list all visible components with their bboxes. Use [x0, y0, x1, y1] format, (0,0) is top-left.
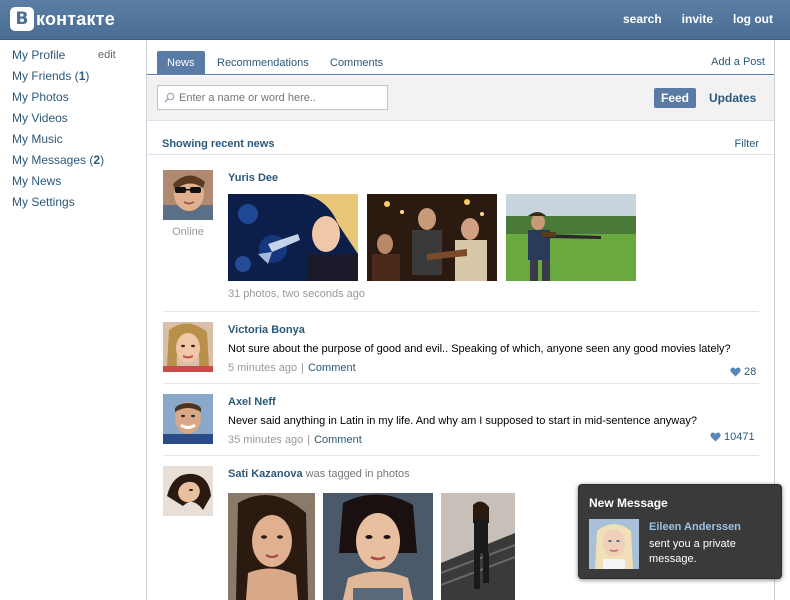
- avatar[interactable]: [163, 322, 213, 372]
- logout-link[interactable]: log out: [733, 12, 773, 26]
- comment-link[interactable]: Comment: [314, 434, 362, 446]
- post-divider: [163, 383, 759, 384]
- avatar[interactable]: [163, 394, 213, 444]
- like-count: 28: [744, 366, 757, 378]
- menu-item-label: My Friends: [12, 69, 72, 83]
- messages-count: 2: [93, 153, 101, 167]
- feed-post-axel-neff: Axel Neff Never said anything in Latin i…: [163, 394, 759, 452]
- menu-item-label: My Profile: [12, 48, 66, 62]
- post-photo[interactable]: [506, 194, 636, 281]
- popup-message: sent you a private message.: [649, 538, 736, 565]
- menu-item-label: My Settings: [12, 195, 75, 209]
- post-photo[interactable]: [441, 493, 515, 600]
- avatar[interactable]: [163, 170, 213, 220]
- post-divider: [163, 455, 759, 456]
- like-button[interactable]: 28: [730, 366, 790, 378]
- feed-heading: Showing recent news: [162, 138, 275, 150]
- sender-avatar[interactable]: [589, 519, 639, 569]
- recent-news-bar: Showing recent news Filter: [147, 122, 774, 155]
- menu-item-my-videos[interactable]: My Videos: [12, 111, 122, 132]
- meta-separator: |: [307, 434, 311, 446]
- post-text: Never said anything in Latin in my life.…: [228, 415, 697, 427]
- sender-name[interactable]: Eileen Anderssen: [649, 521, 741, 533]
- post-author[interactable]: Victoria Bonya: [228, 324, 305, 336]
- post-meta: 31 photos, two seconds ago: [228, 288, 365, 300]
- filter-link[interactable]: Filter: [735, 138, 759, 150]
- post-author[interactable]: Yuris Dee: [228, 172, 278, 184]
- left-menu: My Profile edit My Friends (1) My Photos…: [12, 48, 122, 216]
- post-photo[interactable]: [323, 493, 433, 600]
- post-divider: [163, 311, 759, 312]
- tab-comments[interactable]: Comments: [320, 51, 393, 75]
- search-bar: Feed Updates: [147, 76, 774, 121]
- friends-count: 1: [78, 69, 86, 83]
- add-post-link[interactable]: Add a Post: [711, 56, 765, 68]
- search-box: [157, 85, 388, 110]
- feed-post-victoria-bonya: Victoria Bonya Not sure about the purpos…: [163, 322, 759, 380]
- post-photo[interactable]: [228, 194, 358, 281]
- top-header: В контакте search invite log out: [0, 0, 790, 40]
- search-input[interactable]: [179, 89, 379, 106]
- tab-recommendations[interactable]: Recommendations: [207, 51, 319, 75]
- menu-item-label: My Videos: [12, 111, 68, 125]
- menu-item-my-news[interactable]: My News: [12, 174, 122, 195]
- avatar[interactable]: [163, 466, 213, 516]
- new-message-popup[interactable]: New Message Eileen Anderssen sent you a …: [578, 484, 782, 579]
- feed-post-yuris-dee: Online Yuris Dee 31 photos, two seconds …: [163, 170, 759, 310]
- post-time: 35 minutes ago: [228, 434, 304, 446]
- logo[interactable]: В контакте: [10, 7, 115, 31]
- like-count: 10471: [724, 431, 755, 443]
- menu-item-my-settings[interactable]: My Settings: [12, 195, 122, 216]
- menu-item-my-friends[interactable]: My Friends (1): [12, 69, 122, 90]
- comment-link[interactable]: Comment: [308, 362, 356, 374]
- post-meta: 35 minutes ago | Comment: [228, 434, 362, 446]
- logo-mark: В: [10, 7, 34, 31]
- search-icon: [164, 92, 175, 103]
- like-button[interactable]: 10471: [710, 431, 790, 443]
- menu-item-my-music[interactable]: My Music: [12, 132, 122, 153]
- post-photo[interactable]: [367, 194, 497, 281]
- edit-profile-link[interactable]: edit: [98, 48, 116, 62]
- popup-title: New Message: [589, 496, 668, 510]
- post-meta: 5 minutes ago | Comment: [228, 362, 356, 374]
- menu-item-label: My Music: [12, 132, 63, 146]
- top-nav: search invite log out: [603, 12, 773, 26]
- post-time: 5 minutes ago: [228, 362, 298, 374]
- post-text: Not sure about the purpose of good and e…: [228, 343, 731, 355]
- heart-icon: [710, 432, 721, 442]
- updates-button[interactable]: Updates: [709, 88, 756, 108]
- invite-link[interactable]: invite: [682, 12, 713, 26]
- menu-item-my-photos[interactable]: My Photos: [12, 90, 122, 111]
- search-link[interactable]: search: [623, 12, 662, 26]
- menu-item-my-profile[interactable]: My Profile edit: [12, 48, 122, 69]
- menu-item-my-messages[interactable]: My Messages (2): [12, 153, 122, 174]
- online-status: Online: [172, 226, 204, 238]
- post-author-name[interactable]: Sati Kazanova: [228, 468, 303, 480]
- tabs-bar: News Recommendations Comments Add a Post: [147, 40, 774, 75]
- menu-item-label: My Photos: [12, 90, 69, 104]
- feed-button[interactable]: Feed: [654, 88, 696, 108]
- post-author[interactable]: Axel Neff: [228, 396, 276, 408]
- post-action-text: was tagged in photos: [305, 468, 410, 480]
- menu-item-label: My Messages: [12, 153, 87, 167]
- menu-item-label: My News: [12, 174, 62, 188]
- tab-news[interactable]: News: [157, 51, 205, 75]
- logo-text: контакте: [36, 8, 115, 29]
- heart-icon: [730, 367, 741, 377]
- post-photo[interactable]: [228, 493, 315, 600]
- meta-separator: |: [301, 362, 304, 374]
- post-author: Sati Kazanova was tagged in photos: [228, 468, 410, 480]
